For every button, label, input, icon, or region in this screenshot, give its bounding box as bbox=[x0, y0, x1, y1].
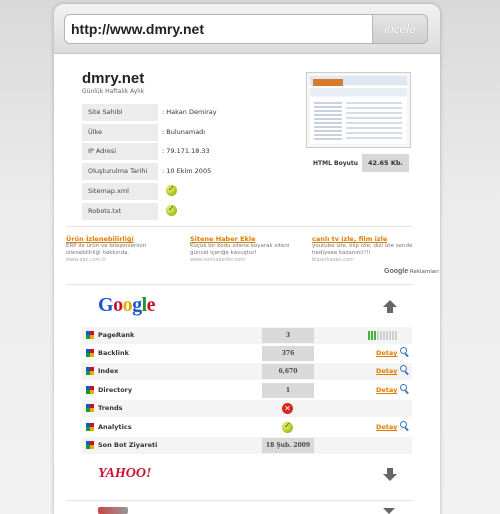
metric-value: 376 bbox=[262, 346, 314, 361]
google-logo: Google bbox=[98, 294, 156, 317]
info-value: : 10 Ekim 2005 bbox=[162, 167, 212, 175]
metric-value: 1 bbox=[262, 383, 314, 398]
detail-link[interactable]: Detay bbox=[376, 423, 397, 431]
check-icon bbox=[166, 184, 177, 196]
detail-link[interactable]: Detay bbox=[376, 349, 397, 357]
divider bbox=[66, 500, 412, 501]
ad-url[interactable]: www.sonhaberler.com bbox=[190, 257, 305, 263]
google-icon bbox=[86, 423, 94, 431]
ad-title[interactable]: Ürün İzlenebilirliği bbox=[66, 235, 181, 243]
metric-row-backlink: Backlink 376 Detay bbox=[82, 345, 412, 362]
ad-url[interactable]: www.abc.com.tr bbox=[66, 257, 181, 263]
metric-value: 3 bbox=[262, 328, 314, 343]
info-label: Ülke bbox=[82, 124, 158, 141]
google-icon bbox=[86, 367, 94, 375]
expand-arrow-icon[interactable] bbox=[383, 468, 397, 481]
google-icon bbox=[86, 441, 94, 449]
html-size-value: 42.65 Kb. bbox=[362, 154, 409, 172]
pagerank-bar bbox=[368, 331, 397, 340]
ad-body: youtube izle, klip izle, dizi izle sende… bbox=[312, 243, 413, 256]
metric-label: PageRank bbox=[98, 331, 135, 339]
logo-letter: e bbox=[146, 294, 156, 316]
next-engine-logo bbox=[98, 507, 128, 514]
ad-title[interactable]: Sitene Haber Ekle bbox=[190, 235, 305, 243]
site-thumbnail[interactable] bbox=[306, 72, 411, 148]
metric-label: Analytics bbox=[98, 423, 132, 431]
check-icon bbox=[282, 421, 293, 433]
divider bbox=[66, 284, 412, 285]
inspect-button[interactable]: incele bbox=[372, 14, 428, 44]
google-ads-suffix: Reklamları bbox=[409, 269, 439, 275]
info-row-robots: Robots.txt bbox=[82, 203, 292, 220]
metric-label: Trends bbox=[98, 404, 123, 412]
magnifier-icon[interactable] bbox=[400, 347, 407, 354]
info-row-owner: Site Sahibi : Hakan Demiray bbox=[82, 104, 292, 121]
detail-link[interactable]: Detay bbox=[376, 367, 397, 375]
info-label: Site Sahibi bbox=[82, 104, 158, 121]
metric-value: 6,670 bbox=[262, 364, 314, 379]
thumbnail-image bbox=[310, 76, 407, 144]
metric-row-analytics: Analytics Detay bbox=[82, 419, 412, 436]
url-bar: http://www.dmry.net incele bbox=[54, 4, 440, 54]
magnifier-icon[interactable] bbox=[400, 421, 407, 428]
metric-label: Index bbox=[98, 367, 119, 375]
google-ads-credit[interactable]: Google Reklamları bbox=[384, 268, 439, 275]
google-icon bbox=[86, 386, 94, 394]
google-icon bbox=[86, 331, 94, 339]
logo-letter: o bbox=[113, 294, 123, 316]
ad-url[interactable]: bizsorkazan.com bbox=[312, 257, 427, 263]
info-row-sitemap: Sitemap.xml bbox=[82, 183, 292, 200]
site-title: dmry.net bbox=[82, 70, 145, 87]
html-size-label: HTML Boyutu bbox=[313, 160, 359, 167]
info-value: : 79.171.18.33 bbox=[162, 147, 210, 155]
metric-row-last-bot-visit: Son Bot Ziyareti 18 Şub. 2009 bbox=[82, 437, 412, 454]
collapse-arrow-icon[interactable] bbox=[383, 300, 397, 313]
logo-letter: g bbox=[132, 294, 142, 316]
ad-item[interactable]: Ürün İzlenebilirliği ERP ile ürün ve bil… bbox=[66, 235, 181, 263]
metric-row-directory: Directory 1 Detay bbox=[82, 382, 412, 399]
info-value: : Bulunamadı bbox=[162, 128, 206, 136]
ad-body: Küçük bir kodu sitene koyarak siteni gün… bbox=[190, 243, 290, 256]
error-icon: ✕ bbox=[282, 403, 293, 414]
google-icon bbox=[86, 404, 94, 412]
info-label: Sitemap.xml bbox=[82, 183, 158, 200]
magnifier-icon[interactable] bbox=[400, 365, 407, 372]
yahoo-logo: YAHOO! bbox=[98, 466, 152, 481]
logo-letter: o bbox=[122, 294, 133, 316]
info-value: : Hakan Demiray bbox=[162, 108, 217, 116]
yahoo-section-header: YAHOO! bbox=[82, 458, 412, 494]
google-icon bbox=[86, 349, 94, 357]
ad-item[interactable]: canlı tv izle, film izle youtube izle, k… bbox=[312, 235, 427, 263]
site-period-links[interactable]: Günlük Haftalık Aylık bbox=[82, 88, 144, 95]
ad-item[interactable]: Sitene Haber Ekle Küçük bir kodu sitene … bbox=[190, 235, 305, 263]
magnifier-icon[interactable] bbox=[400, 384, 407, 391]
ad-body: ERP ile ürün ve bileşenlerinin izlenebil… bbox=[66, 243, 147, 256]
metric-value: 18 Şub. 2009 bbox=[262, 438, 314, 453]
check-icon bbox=[166, 204, 177, 216]
metric-row-pagerank: PageRank 3 bbox=[82, 327, 412, 344]
expand-arrow-icon[interactable] bbox=[383, 508, 395, 514]
ad-title[interactable]: canlı tv izle, film izle bbox=[312, 235, 427, 243]
google-ads-brand: Google bbox=[384, 268, 409, 275]
info-label: IP Adresi bbox=[82, 143, 158, 160]
metric-label: Son Bot Ziyareti bbox=[98, 441, 158, 449]
info-row-ip: IP Adresi : 79.171.18.33 bbox=[82, 143, 292, 160]
info-label: Robots.txt bbox=[82, 203, 158, 220]
info-row-created: Oluşturulma Tarihi : 10 Ekim 2005 bbox=[82, 163, 292, 180]
url-input[interactable]: http://www.dmry.net bbox=[64, 14, 374, 44]
info-row-country: Ülke : Bulunamadı bbox=[82, 124, 292, 141]
logo-letter: G bbox=[98, 294, 114, 316]
info-label: Oluşturulma Tarihi bbox=[82, 163, 158, 180]
divider bbox=[66, 226, 412, 227]
google-section-header: Google bbox=[82, 288, 412, 324]
metric-row-trends: Trends ✕ bbox=[82, 400, 412, 417]
metric-row-index: Index 6,670 Detay bbox=[82, 363, 412, 380]
metric-label: Backlink bbox=[98, 349, 129, 357]
metric-label: Directory bbox=[98, 386, 133, 394]
detail-link[interactable]: Detay bbox=[376, 386, 397, 394]
